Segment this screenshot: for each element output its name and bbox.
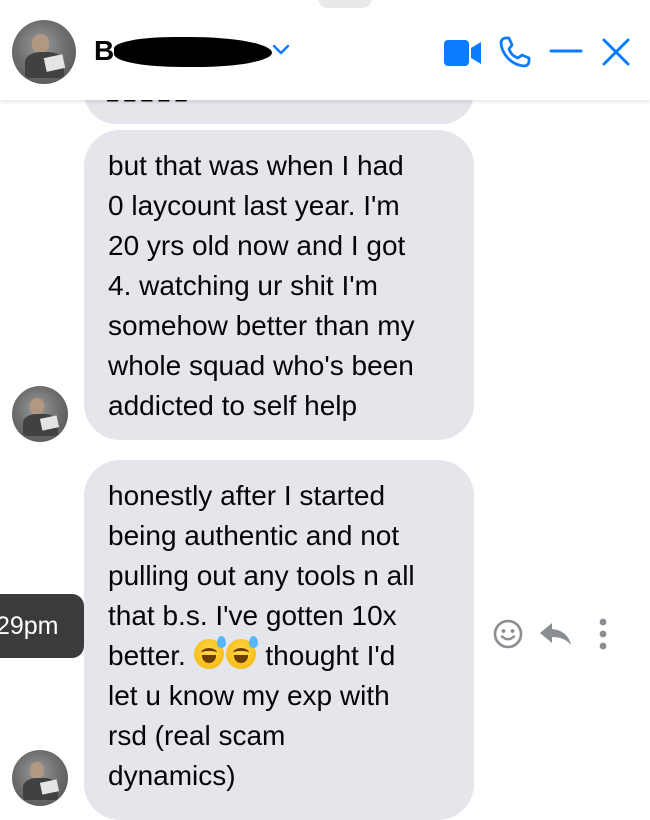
message-line: but that was when I had: [108, 150, 404, 181]
grinning-face-with-sweat-emoji-icon: [225, 636, 258, 669]
message-line: that b.s. I've gotten 10x: [108, 600, 397, 631]
sender-avatar[interactable]: [12, 750, 68, 806]
message-bubble[interactable]: but that was when I had 0 laycount last …: [84, 130, 474, 440]
reply-arrow-icon[interactable]: [538, 620, 574, 648]
name-redaction: [114, 37, 272, 67]
message-line: let u know my exp with: [108, 680, 390, 711]
message-line: somehow better than my: [108, 310, 415, 341]
message-line: being authentic and not: [108, 520, 400, 551]
grinning-face-with-sweat-emoji-icon: [193, 636, 226, 669]
sender-avatar[interactable]: [12, 386, 68, 442]
chevron-down-icon[interactable]: [272, 43, 290, 57]
message-bubble[interactable]: honestly after I started being authentic…: [84, 460, 474, 820]
message-line: 20 yrs old now and I got: [108, 230, 406, 261]
message-line-with-emoji: better. thought I'd: [108, 636, 450, 676]
phone-icon[interactable]: [498, 35, 532, 69]
chat-header: B: [0, 0, 650, 100]
close-icon[interactable]: [600, 36, 632, 68]
message-line: whole squad who's been: [108, 350, 414, 381]
contact-name[interactable]: B: [94, 35, 114, 67]
timestamp-tooltip: :29pm: [0, 594, 84, 658]
message-text: thought I'd: [265, 640, 396, 671]
video-camera-icon[interactable]: [443, 38, 483, 68]
smiley-icon[interactable]: [491, 617, 525, 651]
message-line: pulling out any tools n all: [108, 560, 415, 591]
message-line: honestly after I started: [108, 480, 386, 511]
window-edge: [318, 0, 372, 8]
minimize-icon[interactable]: [548, 36, 584, 66]
message-line: 0 laycount last year. I'm: [108, 190, 400, 221]
message-line: addicted to self help: [108, 390, 358, 421]
message-line: 4. watching ur shit I'm: [108, 270, 378, 301]
message-text: better.: [108, 640, 186, 671]
more-vertical-icon[interactable]: [595, 617, 611, 651]
message-line: dynamics): [108, 760, 236, 791]
message-line: rsd (real scam: [108, 720, 286, 751]
contact-avatar[interactable]: [12, 20, 76, 84]
